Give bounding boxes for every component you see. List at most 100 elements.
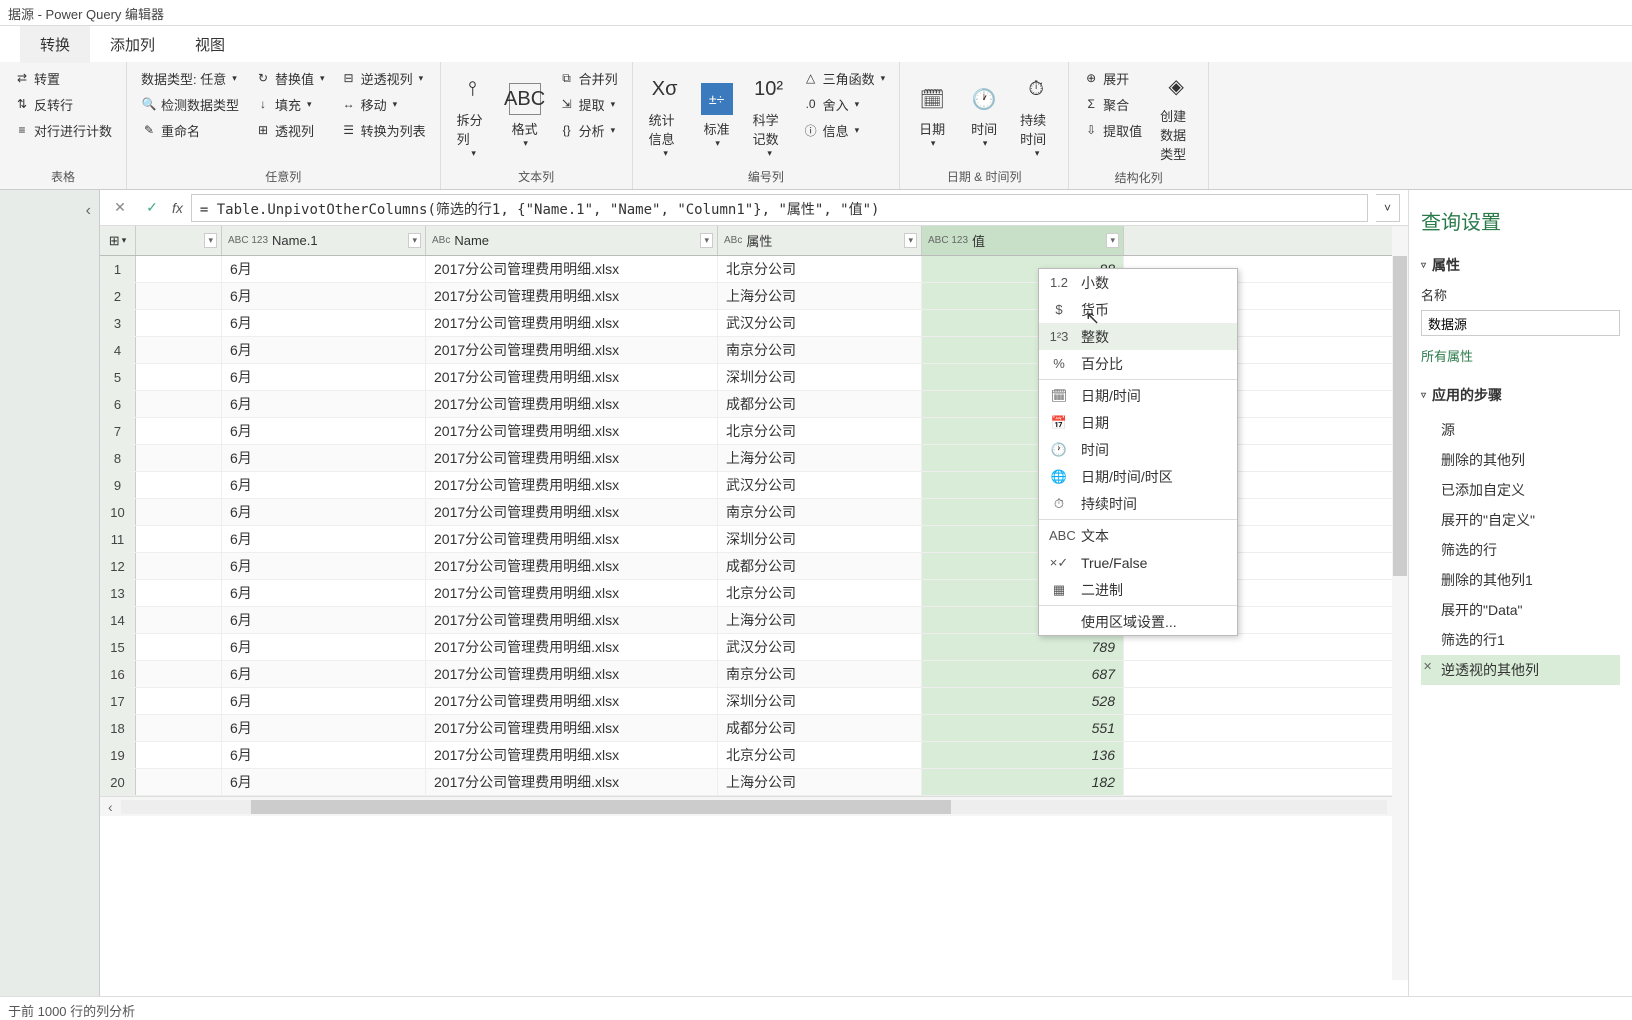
split-column-button[interactable]: ⫯拆分列▾ <box>449 66 497 166</box>
column-header-blank[interactable]: ▾ <box>136 226 222 255</box>
table-row[interactable]: 176月2017分公司管理费用明细.xlsx深圳分公司528 <box>100 688 1408 715</box>
tab-transform[interactable]: 转换 <box>20 26 90 63</box>
row-index: 19 <box>100 742 136 768</box>
formula-dropdown[interactable]: ˅ <box>1376 194 1400 222</box>
type-dtz[interactable]: 🌐日期/时间/时区 <box>1039 463 1237 490</box>
table-row[interactable]: 186月2017分公司管理费用明细.xlsx成都分公司551 <box>100 715 1408 742</box>
applied-step[interactable]: 删除的其他列1 <box>1421 565 1620 595</box>
row-index: 13 <box>100 580 136 606</box>
duration-button[interactable]: ⏱持续时间▾ <box>1012 66 1060 166</box>
applied-step[interactable]: 展开的"自定义" <box>1421 505 1620 535</box>
info-button[interactable]: ⓘ信息▾ <box>797 118 892 142</box>
expand-button[interactable]: ⊕展开 <box>1077 66 1148 90</box>
applied-step[interactable]: 已添加自定义 <box>1421 475 1620 505</box>
extractval-button[interactable]: ⇩提取值 <box>1077 118 1148 142</box>
type-datetime[interactable]: 🗓日期/时间 <box>1039 382 1237 409</box>
parse-button[interactable]: {}分析▾ <box>553 118 624 142</box>
time-button[interactable]: 🕐时间▾ <box>960 66 1008 166</box>
vertical-scrollbar[interactable] <box>1392 226 1408 980</box>
type-decimal[interactable]: 1.2小数 <box>1039 269 1237 296</box>
tolist-button[interactable]: ☰转换为列表 <box>335 118 432 142</box>
type-currency[interactable]: $货币 <box>1039 296 1237 323</box>
column-header-attr[interactable]: ABc属性▾ <box>718 226 922 255</box>
rename-button[interactable]: ✎重命名 <box>135 118 245 142</box>
type-percent[interactable]: %百分比 <box>1039 350 1237 377</box>
cell: 成都分公司 <box>718 553 922 579</box>
cell <box>136 580 222 606</box>
count-rows-button[interactable]: ≡对行进行计数 <box>8 118 118 142</box>
table-row[interactable]: 166月2017分公司管理费用明细.xlsx南京分公司687 <box>100 661 1408 688</box>
detect-type-button[interactable]: 🔍检测数据类型 <box>135 92 245 116</box>
formula-apply-button[interactable]: ✓ <box>140 196 164 220</box>
tab-view[interactable]: 视图 <box>175 26 245 63</box>
row-index: 5 <box>100 364 136 390</box>
globe-icon: 🌐 <box>1049 469 1069 485</box>
type-bool[interactable]: ×✓True/False <box>1039 549 1237 576</box>
timer-icon: ⏱ <box>1049 496 1069 512</box>
filter-icon[interactable]: ▾ <box>700 233 713 248</box>
type-binary[interactable]: ▦二进制 <box>1039 576 1237 603</box>
cell <box>136 418 222 444</box>
tab-addcolumn[interactable]: 添加列 <box>90 26 175 63</box>
column-header-name1[interactable]: ABC 123Name.1▾ <box>222 226 426 255</box>
applied-step[interactable]: 筛选的行 <box>1421 535 1620 565</box>
type-locale[interactable]: 使用区域设置... <box>1039 608 1237 635</box>
merge-cols-button[interactable]: ⧉合并列 <box>553 66 624 90</box>
scientific-button[interactable]: 10²科学记数▾ <box>745 66 793 166</box>
stats-button[interactable]: Χσ统计信息▾ <box>641 66 689 166</box>
applied-step[interactable]: 展开的"Data" <box>1421 595 1620 625</box>
query-name-input[interactable] <box>1421 310 1620 336</box>
trig-button[interactable]: △三角函数▾ <box>797 66 892 90</box>
applied-step[interactable]: 筛选的行1 <box>1421 625 1620 655</box>
table-icon-header[interactable]: ⊞▾ <box>100 226 136 255</box>
column-header-value[interactable]: ABC 123值▾ <box>922 226 1124 255</box>
type-time[interactable]: 🕐时间 <box>1039 436 1237 463</box>
cell: 2017分公司管理费用明细.xlsx <box>426 607 718 633</box>
extract-button[interactable]: ⇲提取▾ <box>553 92 624 116</box>
queries-pane-collapsed[interactable]: ‹ <box>0 190 100 1000</box>
type-text[interactable]: ABC文本 <box>1039 522 1237 549</box>
format-button[interactable]: ABC格式▾ <box>501 66 549 166</box>
delete-step-icon[interactable]: ✕ <box>1423 660 1432 673</box>
fill-button[interactable]: ↓填充▾ <box>249 92 331 116</box>
aggregate-button[interactable]: Σ聚合 <box>1077 92 1148 116</box>
datatype-button[interactable]: 数据类型: 任意▾ <box>135 66 245 90</box>
filter-icon[interactable]: ▾ <box>904 233 917 248</box>
applied-step[interactable]: 源 <box>1421 415 1620 445</box>
formula-input[interactable]: = Table.UnpivotOtherColumns(筛选的行1, {"Nam… <box>191 194 1368 222</box>
applied-step[interactable]: 删除的其他列 <box>1421 445 1620 475</box>
reverse-rows-button[interactable]: ⇅反转行 <box>8 92 118 116</box>
table-row[interactable]: 156月2017分公司管理费用明细.xlsx武汉分公司789 <box>100 634 1408 661</box>
createtype-button[interactable]: ◈创建数据类型 <box>1152 66 1200 167</box>
date-button[interactable]: 🗓日期▾ <box>908 66 956 166</box>
cell: 6月 <box>222 283 426 309</box>
extract-icon: ⇲ <box>559 96 575 112</box>
move-button[interactable]: ↔移动▾ <box>335 92 432 116</box>
formula-cancel-button[interactable]: ✕ <box>108 196 132 220</box>
table-row[interactable]: 196月2017分公司管理费用明细.xlsx北京分公司136 <box>100 742 1408 769</box>
formula-bar: ✕ ✓ fx = Table.UnpivotOtherColumns(筛选的行1… <box>100 190 1408 226</box>
horizontal-scrollbar[interactable]: ‹ › <box>100 796 1408 816</box>
type-date[interactable]: 📅日期 <box>1039 409 1237 436</box>
applied-step[interactable]: ✕逆透视的其他列 <box>1421 655 1620 685</box>
pivot-button[interactable]: ⊞透视列 <box>249 118 331 142</box>
round-button[interactable]: .0舍入▾ <box>797 92 892 116</box>
unpivot-button[interactable]: ⊟逆透视列▾ <box>335 66 432 90</box>
type-duration[interactable]: ⏱持续时间 <box>1039 490 1237 517</box>
group-label-anycol: 任意列 <box>135 166 432 187</box>
type-integer[interactable]: 1²3整数 <box>1039 323 1237 350</box>
filter-icon[interactable]: ▾ <box>204 233 217 248</box>
table-row[interactable]: 206月2017分公司管理费用明细.xlsx上海分公司182 <box>100 769 1408 796</box>
standard-button[interactable]: ±÷标准▾ <box>693 66 741 166</box>
filter-icon[interactable]: ▾ <box>1106 233 1119 248</box>
transpose-button[interactable]: ⇄转置 <box>8 66 118 90</box>
column-header-name[interactable]: ABcName▾ <box>426 226 718 255</box>
replace-button[interactable]: ↻替换值▾ <box>249 66 331 90</box>
filter-icon[interactable]: ▾ <box>408 233 421 248</box>
scroll-left-icon[interactable]: ‹ <box>108 799 113 815</box>
all-properties-link[interactable]: 所有属性 <box>1421 346 1620 365</box>
caret-down-icon[interactable]: ▿ <box>1421 260 1426 271</box>
caret-down-icon[interactable]: ▿ <box>1421 390 1426 401</box>
type-any-icon[interactable]: ABC 123 <box>928 235 968 246</box>
type-text-icon: ABc <box>432 235 450 246</box>
